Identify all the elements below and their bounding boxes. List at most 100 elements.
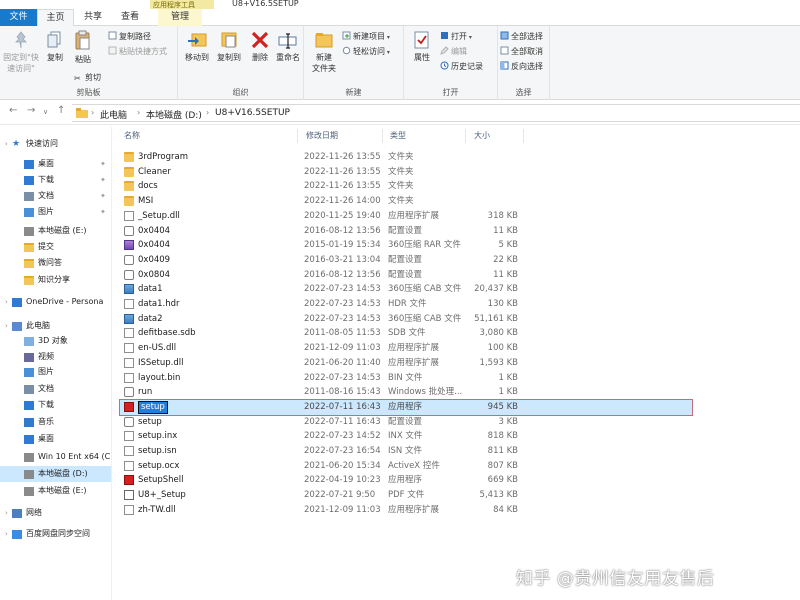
tab-file[interactable]: 文件 bbox=[0, 9, 37, 26]
nav-item[interactable]: 本地磁盘 (E:) bbox=[0, 483, 111, 499]
nav-item[interactable]: 图片 bbox=[0, 364, 111, 380]
nav-item[interactable]: › ★ 快速访问 bbox=[0, 136, 111, 152]
nav-item[interactable]: 文档 ✦ bbox=[0, 188, 111, 204]
drive-icon bbox=[24, 453, 34, 462]
delete-button[interactable]: 删除 bbox=[248, 30, 272, 63]
nav-item[interactable]: › 网络 bbox=[0, 505, 111, 521]
nav-item[interactable]: 下载 ✦ bbox=[0, 172, 111, 188]
file-row[interactable]: 0x0404 2016-08-12 13:56 配置设置 11 KB bbox=[120, 224, 692, 239]
file-row[interactable]: MSI 2022-11-26 14:00 文件夹 bbox=[120, 194, 692, 209]
open-label: 打开 bbox=[451, 32, 467, 41]
file-date: 2022-07-11 16:43 bbox=[304, 416, 381, 427]
open-button[interactable]: 打开 ▾ bbox=[440, 31, 472, 42]
file-row[interactable]: setup.inx 2022-07-23 14:52 INX 文件 818 KB bbox=[120, 429, 692, 444]
file-row[interactable]: en-US.dll 2021-12-09 11:03 应用程序扩展 100 KB bbox=[120, 341, 692, 356]
nav-item[interactable]: 提交 bbox=[0, 239, 111, 255]
tab-home[interactable]: 主页 bbox=[37, 9, 74, 27]
invert-selection-button[interactable]: 反向选择 bbox=[500, 61, 543, 72]
column-type[interactable]: 类型 bbox=[390, 130, 406, 141]
file-row[interactable]: Cleaner 2022-11-26 13:55 文件夹 bbox=[120, 165, 692, 180]
forward-button[interactable]: → bbox=[27, 105, 35, 116]
file-row[interactable]: 0x0409 2016-03-21 13:04 配置设置 22 KB bbox=[120, 253, 692, 268]
copy-path-button[interactable]: 复制路径 bbox=[108, 31, 151, 42]
column-divider[interactable] bbox=[297, 129, 298, 143]
nav-item[interactable]: 本地磁盘 (E:) bbox=[0, 223, 111, 239]
column-name[interactable]: 名称 bbox=[124, 130, 140, 141]
nav-item[interactable]: › 百度网盘同步空间 bbox=[0, 526, 111, 542]
expand-arrow-icon[interactable]: › bbox=[5, 318, 8, 334]
edit-button[interactable]: 编辑 bbox=[440, 46, 467, 57]
nav-item[interactable]: › 此电脑 bbox=[0, 318, 111, 334]
expand-arrow-icon[interactable]: › bbox=[5, 136, 8, 152]
column-size[interactable]: 大小 bbox=[474, 130, 490, 141]
paste-button[interactable]: 粘贴 bbox=[72, 30, 94, 65]
file-icon bbox=[124, 387, 134, 398]
file-row[interactable]: setup.ocx 2021-06-20 15:34 ActiveX 控件 807 K… bbox=[120, 459, 692, 474]
move-to-button[interactable]: 移动到 bbox=[182, 30, 212, 63]
file-row[interactable]: defitbase.sdb 2011-08-05 11:53 SDB 文件 3,080… bbox=[120, 326, 692, 341]
crumb-current-folder[interactable]: U8+V16.5SETUP bbox=[215, 108, 290, 118]
file-row[interactable]: setup 2022-07-11 16:43 配置设置 3 KB bbox=[120, 415, 692, 430]
nav-item[interactable]: › OneDrive - Persona bbox=[0, 294, 111, 310]
file-row[interactable]: SetupShell 2022-04-19 10:23 应用程序 669 KB bbox=[120, 473, 692, 488]
file-row[interactable]: data1 2022-07-23 14:53 360压缩 CAB 文件 20,437 … bbox=[120, 282, 692, 297]
file-row[interactable]: data2 2022-07-23 14:53 360压缩 CAB 文件 51,161 … bbox=[120, 312, 692, 327]
nav-item[interactable]: 知识分享 bbox=[0, 272, 111, 288]
crumb-this-pc[interactable]: 此电脑 bbox=[100, 108, 127, 121]
file-row[interactable]: run 2011-08-16 15:43 Windows 批处理... 1 KB bbox=[120, 385, 692, 400]
rename-button[interactable]: 重命名 bbox=[274, 30, 302, 63]
expand-arrow-icon[interactable]: › bbox=[5, 526, 8, 542]
column-divider[interactable] bbox=[465, 129, 466, 143]
crumb-drive-d[interactable]: 本地磁盘 (D:) bbox=[146, 108, 202, 121]
file-row[interactable]: 0x0804 2016-08-12 13:56 配置设置 11 KB bbox=[120, 268, 692, 283]
new-folder-button[interactable]: 新建 文件夹 bbox=[308, 30, 340, 74]
back-button[interactable]: ← bbox=[9, 105, 17, 116]
paste-shortcut-label: 粘贴快捷方式 bbox=[119, 47, 167, 56]
column-divider[interactable] bbox=[382, 129, 383, 143]
file-row[interactable]: ISSetup.dll 2021-06-20 11:40 应用程序扩展 1,593 K… bbox=[120, 356, 692, 371]
select-none-button[interactable]: 全部取消 bbox=[500, 46, 543, 57]
easy-access-button[interactable]: 轻松访问 ▾ bbox=[342, 46, 390, 57]
up-button[interactable]: ↑ bbox=[57, 105, 65, 116]
nav-item[interactable]: 桌面 bbox=[0, 431, 111, 447]
file-row[interactable]: zh-TW.dll 2021-12-09 11:03 应用程序扩展 84 KB bbox=[120, 503, 692, 518]
properties-button[interactable]: 属性 bbox=[410, 30, 434, 63]
nav-item[interactable]: 视频 bbox=[0, 349, 111, 365]
select-all-button[interactable]: 全部选择 bbox=[500, 31, 543, 42]
nav-item[interactable]: 本地磁盘 (D:) bbox=[0, 466, 111, 482]
tab-manage[interactable]: 管理 bbox=[158, 9, 202, 26]
tab-share[interactable]: 共享 bbox=[78, 9, 108, 26]
file-row[interactable]: 0x0404 2015-01-19 15:34 360压缩 RAR 文件 5 KB bbox=[120, 238, 692, 253]
expand-arrow-icon[interactable]: › bbox=[5, 505, 8, 521]
file-row[interactable]: setup 2022-07-11 16:43 应用程序 945 KB bbox=[119, 398, 693, 416]
column-divider[interactable] bbox=[523, 129, 524, 143]
address-box[interactable]: › 此电脑 › 本地磁盘 (D:) › U8+V16.5SETUP bbox=[72, 104, 800, 122]
recent-locations-button[interactable]: ∨ bbox=[43, 108, 48, 116]
nav-item[interactable]: 3D 对象 bbox=[0, 333, 111, 349]
copy-button[interactable]: 复制 bbox=[44, 30, 66, 63]
paste-shortcut-button[interactable]: 粘贴快捷方式 bbox=[108, 46, 167, 57]
nav-item[interactable]: Win 10 Ent x64 (C bbox=[0, 449, 111, 465]
nav-item[interactable]: 图片 ✦ bbox=[0, 204, 111, 220]
nav-item[interactable]: 下载 bbox=[0, 397, 111, 413]
file-row[interactable]: layout.bin 2022-07-23 14:53 BIN 文件 1 KB bbox=[120, 371, 692, 386]
tab-view[interactable]: 查看 bbox=[113, 9, 147, 26]
new-item-button[interactable]: 新建项目 ▾ bbox=[342, 31, 390, 42]
file-row[interactable]: setup.isn 2022-07-23 16:54 ISN 文件 811 KB bbox=[120, 444, 692, 459]
file-row[interactable]: 3rdProgram 2022-11-26 13:55 文件夹 bbox=[120, 150, 692, 165]
history-button[interactable]: 历史记录 bbox=[440, 61, 483, 72]
file-name[interactable]: setup bbox=[138, 400, 168, 414]
file-row[interactable]: data1.hdr 2022-07-23 14:53 HDR 文件 130 KB bbox=[120, 297, 692, 312]
nav-item[interactable]: 桌面 ✦ bbox=[0, 156, 111, 172]
pin-quick-access-button[interactable]: 固定到"快速访问" bbox=[2, 30, 40, 74]
column-date[interactable]: 修改日期 bbox=[306, 130, 338, 141]
cut-button[interactable]: ✂ 剪切 bbox=[74, 72, 101, 83]
file-row[interactable]: docs 2022-11-26 13:55 文件夹 bbox=[120, 179, 692, 194]
copy-to-button[interactable]: 复制到 bbox=[214, 30, 244, 63]
file-row[interactable]: U8+_Setup 2022-07-21 9:50 PDF 文件 5,413 KB bbox=[120, 488, 692, 503]
nav-item[interactable]: 微问答 bbox=[0, 255, 111, 271]
nav-item[interactable]: 音乐 bbox=[0, 414, 111, 430]
nav-item[interactable]: 文档 bbox=[0, 381, 111, 397]
expand-arrow-icon[interactable]: › bbox=[5, 294, 8, 310]
file-row[interactable]: _Setup.dll 2020-11-25 19:40 应用程序扩展 318 KB bbox=[120, 209, 692, 224]
